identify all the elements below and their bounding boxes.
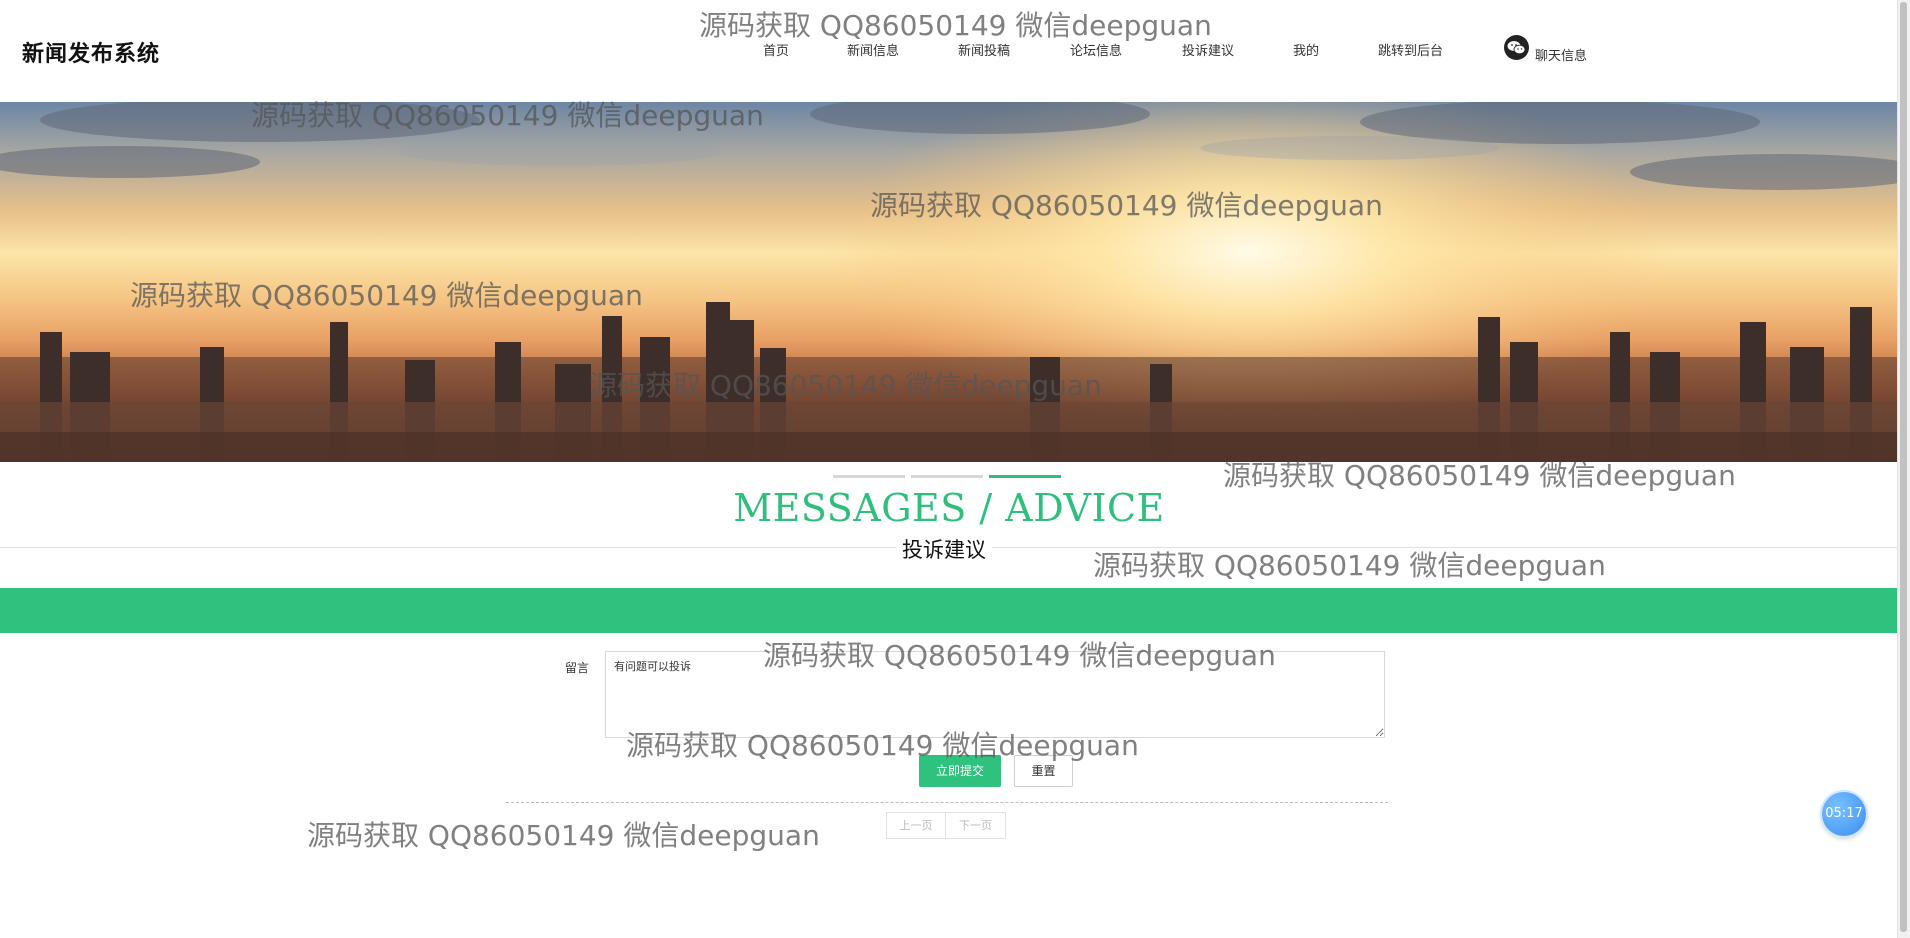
list-divider (506, 802, 1388, 803)
section-title-en: MESSAGES / ADVICE (733, 486, 1165, 530)
site-logo[interactable]: 新闻发布系统 (22, 36, 160, 68)
site-header: 新闻发布系统 首页 新闻信息 新闻投稿 论坛信息 投诉建议 我的 跳转到后台 聊… (0, 0, 1898, 102)
message-textarea[interactable]: 有问题可以投诉 (605, 651, 1385, 738)
nav-news[interactable]: 新闻信息 (847, 40, 899, 59)
reset-button[interactable]: 重置 (1014, 755, 1073, 787)
watermark-text: 源码获取 QQ86050149 微信deepguan (1093, 549, 1606, 582)
carousel-dot-2[interactable] (911, 475, 983, 478)
chat-label: 聊天信息 (1535, 49, 1588, 64)
nav-submit-news[interactable]: 新闻投稿 (958, 40, 1010, 59)
section-title-cn: 投诉建议 (896, 534, 992, 564)
city-skyline-image (0, 102, 1898, 462)
banner-carousel[interactable] (0, 102, 1898, 462)
wechat-icon (1504, 35, 1529, 60)
carousel-dot-3[interactable] (989, 475, 1061, 478)
nav-mine[interactable]: 我的 (1293, 40, 1319, 59)
nav-admin[interactable]: 跳转到后台 (1378, 40, 1443, 59)
message-label: 留言 (565, 661, 590, 675)
scrollbar-thumb[interactable] (1900, 2, 1907, 932)
timer-badge[interactable]: 05:17 (1822, 792, 1866, 836)
prev-page-button[interactable]: 上一页 (886, 812, 946, 839)
section-banner-bar (0, 588, 1898, 633)
nav-home[interactable]: 首页 (763, 40, 789, 59)
vertical-scrollbar[interactable] (1897, 0, 1910, 938)
carousel-dot-1[interactable] (833, 475, 905, 478)
submit-button[interactable]: 立即提交 (919, 755, 1001, 787)
nav-complaints[interactable]: 投诉建议 (1182, 40, 1234, 59)
watermark-text: 源码获取 QQ86050149 微信deepguan (307, 819, 820, 852)
next-page-button[interactable]: 下一页 (945, 812, 1006, 839)
nav-forum[interactable]: 论坛信息 (1070, 40, 1122, 59)
